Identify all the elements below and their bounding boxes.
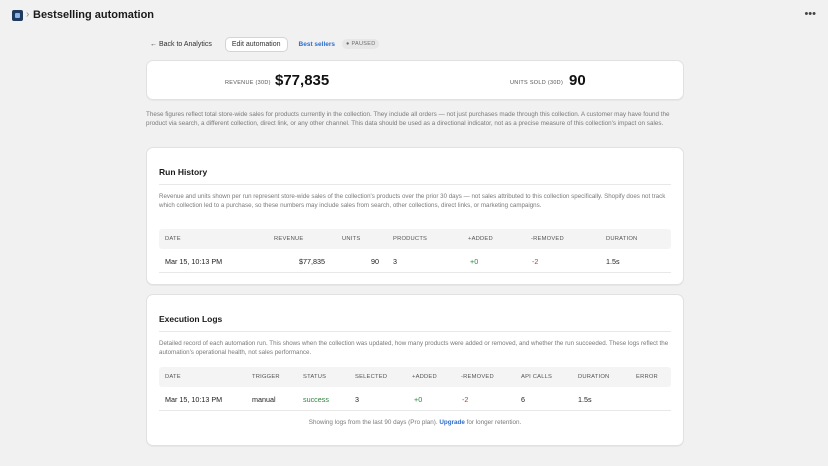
column-header: PRODUCTS [393,236,428,242]
retention-text: Showing logs from the last 90 days (Pro … [308,419,438,426]
cell-added: +0 [470,257,479,266]
cell-removed: -2 [532,257,539,266]
execution-logs-description: Detailed record of each automation run. … [159,340,669,356]
cell-date: Mar 15, 10:13 PM [165,395,223,404]
column-header: -REMOVED [531,236,564,242]
cell-removed: -2 [462,395,469,404]
cell-added: +0 [414,395,423,404]
summary-card: REVENUE (30D) $77,835 UNITS SOLD (30D) 9… [146,60,684,100]
automation-app-icon[interactable] [12,10,23,21]
column-header: +ADDED [412,374,437,380]
upgrade-link[interactable]: Upgrade [439,419,465,426]
cell-revenue: $77,835 [299,257,325,266]
units-sold-value: 90 [569,72,586,89]
cell-selected: 3 [355,395,359,404]
cell-trigger: manual [252,395,276,404]
cell-duration: 1.5s [606,257,620,266]
revenue-label: REVENUE (30D) [225,80,271,86]
column-header: TRIGGER [252,374,280,380]
retention-footnote: Showing logs from the last 90 days (Pro … [147,419,683,426]
execution-logs-title: Execution Logs [159,314,223,324]
execution-logs-table: DATE TRIGGER STATUS SELECTED +ADDED -REM… [159,367,671,411]
column-header: STATUS [303,374,327,380]
page-toolbar: ← Back to Analytics Edit automation Best… [150,36,380,52]
run-history-title: Run History [159,167,208,177]
revenue-value: $77,835 [275,72,330,89]
cell-products: 3 [393,257,397,266]
table-row[interactable]: Mar 15, 10:13 PM manual success 3 +0 -2 … [159,387,671,411]
column-header: DURATION [606,236,638,242]
run-history-description: Revenue and units shown per run represen… [159,193,666,209]
column-header: DATE [165,374,181,380]
divider [159,184,671,185]
collection-link[interactable]: Best sellers [299,41,336,48]
execution-logs-card: Execution Logs Detailed record of each a… [146,294,684,446]
back-to-analytics-link[interactable]: ← Back to Analytics [150,41,212,48]
column-header: UNITS [342,236,361,242]
table-header: DATE TRIGGER STATUS SELECTED +ADDED -REM… [159,367,671,387]
breadcrumb-separator: › [26,9,30,20]
table-header: DATE REVENUE UNITS PRODUCTS +ADDED -REMO… [159,229,671,249]
column-header: REVENUE [274,236,304,242]
page-title: Bestselling automation [33,9,155,21]
status-badge: ● PAUSED [342,39,380,49]
run-history-card: Run History Revenue and units shown per … [146,147,684,285]
retention-suffix: for longer retention. [466,419,522,426]
sales-disclaimer: These figures reflect total store-wide s… [146,111,670,127]
table-row[interactable]: Mar 15, 10:13 PM $77,835 90 3 +0 -2 1.5s [159,249,671,273]
top-bar: › Bestselling automation ••• [0,0,828,32]
cell-status: success [303,395,329,404]
cell-duration: 1.5s [578,395,592,404]
units-sold-label: UNITS SOLD (30D) [510,80,564,86]
column-header: -REMOVED [461,374,494,380]
edit-automation-button[interactable]: Edit automation [224,36,288,52]
cell-date: Mar 15, 10:13 PM [165,257,223,266]
cell-api-calls: 6 [521,395,525,404]
cell-units: 90 [371,257,379,266]
more-horizontal-icon[interactable]: ••• [804,8,816,20]
column-header: DURATION [578,374,610,380]
column-header: SELECTED [355,374,388,380]
column-header: +ADDED [468,236,493,242]
column-header: DATE [165,236,181,242]
column-header: ERROR [636,374,658,380]
divider [159,331,671,332]
column-header: API CALLS [521,374,553,380]
run-history-table: DATE REVENUE UNITS PRODUCTS +ADDED -REMO… [159,229,671,273]
